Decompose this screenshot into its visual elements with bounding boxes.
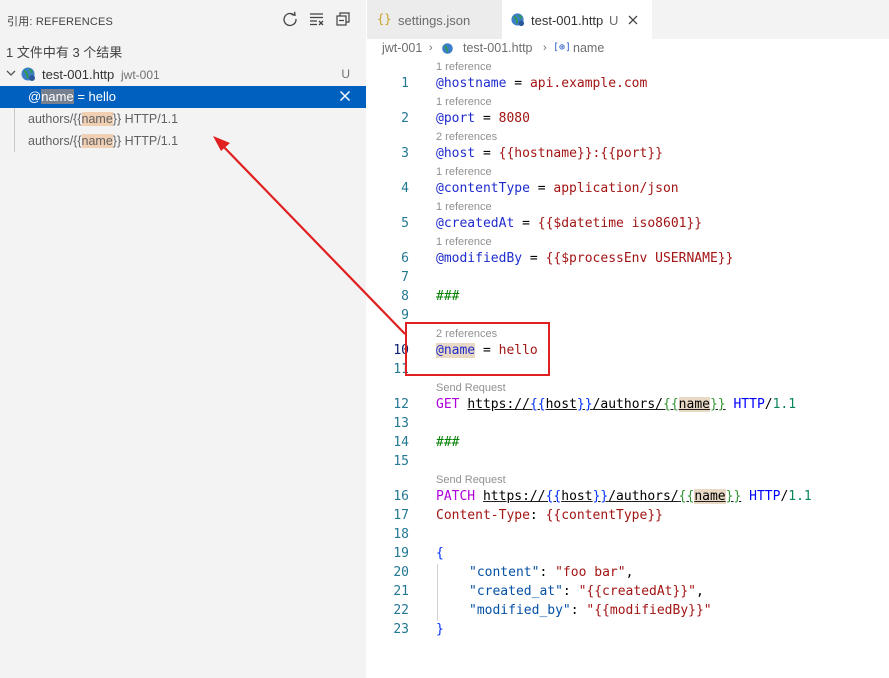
code-line[interactable]: @contentType = application/json xyxy=(436,181,679,196)
code-line[interactable]: "content": "foo bar", xyxy=(469,565,633,580)
reference-text: authors/{{name}} HTTP/1.1 xyxy=(28,112,179,126)
tab-test-001-http[interactable]: test-001.http U xyxy=(502,0,652,39)
line-number: 11 xyxy=(393,362,409,377)
collapse-all-icon[interactable] xyxy=(334,10,352,28)
line-number: 16 xyxy=(393,489,409,504)
line-number: 17 xyxy=(393,508,409,523)
match-highlight: name xyxy=(41,89,74,104)
close-icon[interactable] xyxy=(338,89,352,103)
line-number: 6 xyxy=(401,251,409,266)
line-number: 15 xyxy=(393,454,409,469)
annotation-highlight-box xyxy=(405,322,550,376)
breadcrumb: jwt-001 › test-001.http › [⊕] name xyxy=(367,39,889,59)
code-lens-references[interactable]: 1 reference xyxy=(436,201,492,213)
reference-item[interactable]: authors/{{name}} HTTP/1.1 xyxy=(0,130,366,152)
http-globe-icon xyxy=(442,43,453,54)
line-number: 20 xyxy=(393,565,409,580)
reference-item[interactable]: @name = hello xyxy=(0,86,366,108)
file-name: test-001.http xyxy=(42,67,115,82)
clear-all-icon[interactable] xyxy=(308,10,326,28)
line-number: 23 xyxy=(393,622,409,637)
reference-item[interactable]: authors/{{name}} HTTP/1.1 xyxy=(0,108,366,130)
reference-text: authors/{{name}} HTTP/1.1 xyxy=(28,134,179,148)
match-highlight: name xyxy=(81,134,113,148)
line-number: 1 xyxy=(401,76,409,91)
match-highlight: name xyxy=(81,112,113,126)
http-globe-icon xyxy=(511,13,525,27)
code-lens-references[interactable]: 1 reference xyxy=(436,236,492,248)
line-number: 2 xyxy=(401,111,409,126)
code-line[interactable]: { xyxy=(436,546,444,561)
tab-label: test-001.http xyxy=(531,13,604,28)
line-number: 18 xyxy=(393,527,409,542)
line-number: 14 xyxy=(393,435,409,450)
reference-text: @name = hello xyxy=(28,89,117,104)
line-number: 9 xyxy=(401,308,409,323)
code-line[interactable]: } xyxy=(436,622,444,637)
line-number: 13 xyxy=(393,416,409,431)
code-line[interactable]: @createdAt = {{$datetime iso8601}} xyxy=(436,216,702,231)
variable-symbol-icon: [⊕] xyxy=(553,42,572,53)
chevron-right-icon: › xyxy=(429,42,433,54)
code-line[interactable]: "created_at": "{{createdAt}}", xyxy=(469,584,704,599)
line-number: 8 xyxy=(401,289,409,304)
code-line[interactable]: ### xyxy=(436,435,459,450)
breadcrumb-symbol[interactable]: name xyxy=(573,41,604,55)
line-number: 19 xyxy=(393,546,409,561)
breadcrumb-file[interactable]: test-001.http xyxy=(463,41,533,55)
code-line[interactable]: PATCH https://{{host}}/authors/{{name}} … xyxy=(436,489,812,504)
code-line[interactable]: @host = {{hostname}}:{{port}} xyxy=(436,146,663,161)
chevron-right-icon: › xyxy=(543,42,547,54)
code-line[interactable]: "modified_by": "{{modifiedBy}}" xyxy=(469,603,712,618)
tab-label: settings.json xyxy=(398,13,471,28)
line-number: 10 xyxy=(393,343,409,358)
code-line[interactable]: @hostname = api.example.com xyxy=(436,76,647,91)
git-status-badge: U xyxy=(341,67,350,81)
git-status-badge: U xyxy=(609,13,619,28)
http-globe-icon xyxy=(21,67,35,81)
line-number: 4 xyxy=(401,181,409,196)
code-line[interactable]: GET https://{{host}}/authors/{{name}} HT… xyxy=(436,397,796,412)
code-lens-references[interactable]: 1 reference xyxy=(436,96,492,108)
sidebar-title: 引用: REFERENCES xyxy=(7,16,114,28)
code-lens-references[interactable]: 1 reference xyxy=(436,166,492,178)
code-line[interactable]: Content-Type: {{contentType}} xyxy=(436,508,663,523)
json-braces-icon: {} xyxy=(377,12,392,26)
line-number: 21 xyxy=(393,584,409,599)
breadcrumb-folder[interactable]: jwt-001 xyxy=(382,41,422,55)
close-icon[interactable] xyxy=(627,14,639,26)
line-number: 3 xyxy=(401,146,409,161)
references-sidebar: 引用: REFERENCES 1 文件中有 3 个结果 test-001.htt… xyxy=(0,0,366,678)
code-lens-send-request[interactable]: Send Request xyxy=(436,474,506,486)
indent-guide xyxy=(437,564,438,621)
code-lens-references[interactable]: 1 reference xyxy=(436,61,492,73)
results-summary: 1 文件中有 3 个结果 xyxy=(6,45,123,60)
refresh-icon[interactable] xyxy=(281,10,299,28)
line-number: 12 xyxy=(393,397,409,412)
file-folder: jwt-001 xyxy=(121,68,160,82)
tree-file-item[interactable]: test-001.http jwt-001 U xyxy=(0,63,366,85)
line-number: 22 xyxy=(393,603,409,618)
sidebar-header: 引用: REFERENCES xyxy=(0,0,366,38)
code-lens-send-request[interactable]: Send Request xyxy=(436,382,506,394)
tab-settings-json[interactable]: {} settings.json xyxy=(367,0,503,39)
code-line[interactable]: @modifiedBy = {{$processEnv USERNAME}} xyxy=(436,251,733,266)
code-lens-references[interactable]: 2 references xyxy=(436,131,497,143)
line-number: 5 xyxy=(401,216,409,231)
line-number: 7 xyxy=(401,270,409,285)
code-line[interactable]: ### xyxy=(436,289,459,304)
code-line[interactable]: @port = 8080 xyxy=(436,111,530,126)
chevron-down-icon[interactable] xyxy=(4,65,18,81)
tab-bar: {} settings.json test-001.http U xyxy=(367,0,889,39)
